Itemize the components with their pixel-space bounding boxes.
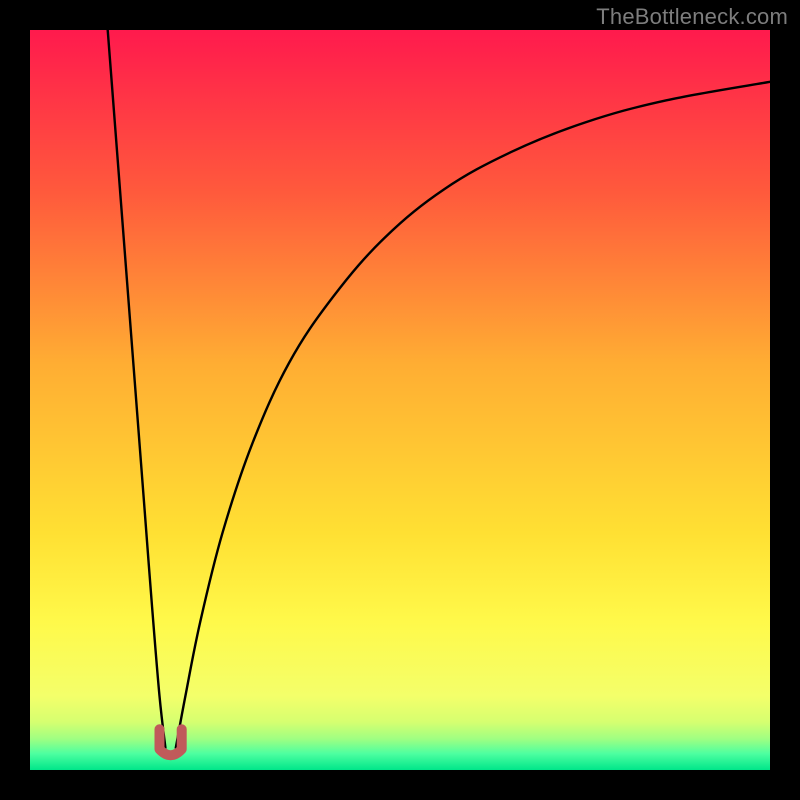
plot-background [30, 30, 770, 770]
chart-frame: TheBottleneck.com [0, 0, 800, 800]
bottleneck-chart [0, 0, 800, 800]
watermark-text: TheBottleneck.com [596, 4, 788, 30]
